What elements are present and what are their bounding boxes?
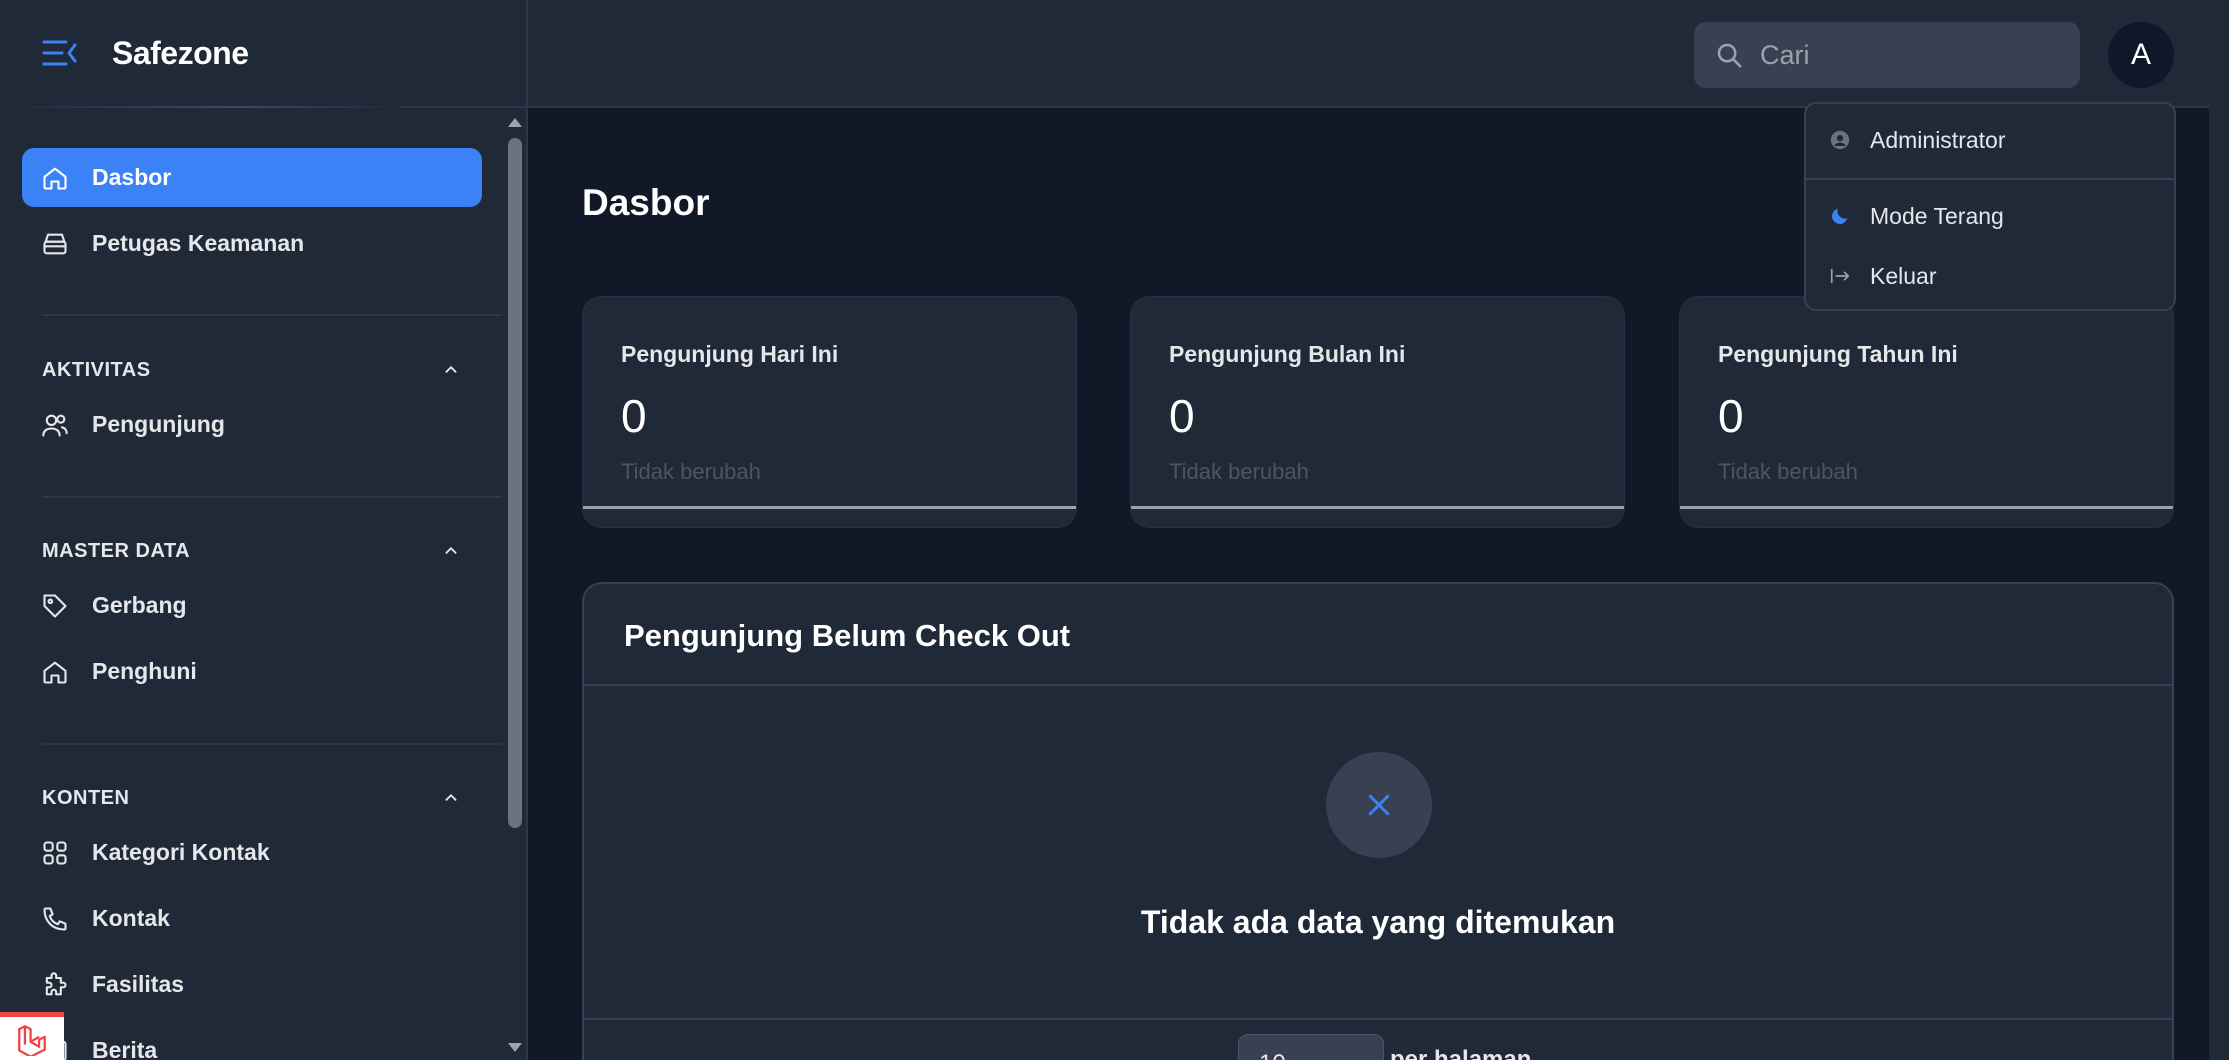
logout-label: Keluar [1870,262,1937,289]
sidebar-item-label: Petugas Keamanan [92,230,305,256]
sidebar: Safezone Dasbor Petugas Keamanan AKTIVIT… [0,0,528,1060]
empty-state-message: Tidak ada data yang ditemukan [1140,904,1616,940]
search-box[interactable] [1694,22,2080,88]
scroll-down-arrow-icon[interactable] [508,1043,522,1052]
puzzle-icon [40,970,70,1000]
stat-value: 0 [1169,390,1195,442]
sidebar-item-label: Dasbor [92,164,172,190]
chevron-up-icon [445,793,457,801]
logout-icon [1828,264,1852,288]
user-menu-name: Administrator [1870,126,2006,153]
stat-trend-line [583,506,1076,509]
sidebar-nav: Dasbor Petugas Keamanan AKTIVITAS Pengun… [0,110,504,1060]
sidebar-divider [42,743,502,745]
laravel-debugbar-button[interactable] [0,1012,64,1060]
top-bar: A [528,0,2229,108]
users-icon [40,410,70,440]
sidebar-item-penghuni[interactable]: Penghuni [22,642,482,701]
sidebar-item-label: Penghuni [92,658,197,684]
user-avatar[interactable]: A [2108,22,2174,88]
table-divider [584,684,2172,686]
stat-label: Pengunjung Hari Ini [621,341,839,367]
sidebar-item-pengunjung[interactable]: Pengunjung [22,395,482,454]
moon-icon [1828,204,1852,228]
x-icon [1368,794,1390,816]
scrollbar-thumb[interactable] [508,138,522,828]
group-title: AKTIVITAS [42,358,151,381]
page-title: Dasbor [582,182,710,223]
group-header-konten[interactable]: KONTEN [42,783,462,813]
theme-toggle-button[interactable]: Mode Terang [1828,196,2004,236]
sidebar-item-fasilitas[interactable]: Fasilitas [22,955,482,1014]
stat-card-today: Pengunjung Hari Ini 0 Tidak berubah [582,296,1077,528]
user-menu-divider [1806,178,2174,180]
sidebar-item-gerbang[interactable]: Gerbang [22,576,482,635]
search-input[interactable] [1760,39,2060,71]
chevron-up-icon [445,546,457,554]
home-icon [40,163,70,193]
collapse-menu-icon[interactable] [42,38,78,68]
brand-header: Safezone [0,0,526,108]
sidebar-item-label: Gerbang [92,592,187,618]
stat-description: Tidak berubah [1169,459,1309,484]
table-title: Pengunjung Belum Check Out [624,618,1071,653]
sidebar-item-label: Fasilitas [92,971,185,997]
sidebar-item-label: Berita [92,1037,158,1060]
app-name: Safezone [112,34,249,71]
table-footer-divider [584,1018,2172,1020]
sidebar-item-dasbor[interactable]: Dasbor [22,148,482,207]
empty-state-icon [1326,752,1432,858]
per-page-label: per halaman [1390,1046,1532,1060]
sidebar-item-petugas-keamanan[interactable]: Petugas Keamanan [22,214,482,273]
stat-card-year: Pengunjung Tahun Ini 0 Tidak berubah [1679,296,2174,528]
sidebar-item-kontak[interactable]: Kontak [22,889,482,948]
sidebar-item-berita[interactable]: Berita [22,1021,482,1060]
theme-toggle-label: Mode Terang [1870,202,2004,229]
search-icon [1717,43,1742,68]
stat-label: Pengunjung Bulan Ini [1169,341,1406,367]
logout-button[interactable]: Keluar [1828,256,1936,296]
group-header-master-data[interactable]: MASTER DATA [42,536,462,566]
per-page-value: 10 [1259,1050,1286,1060]
sidebar-divider [42,314,502,316]
sidebar-scrollbar[interactable] [504,110,526,1060]
user-menu-dropdown: Administrator Mode Terang Keluar [1804,102,2176,311]
sidebar-item-label: Pengunjung [92,411,225,437]
scroll-up-arrow-icon[interactable] [508,118,522,127]
grid-icon [40,838,70,868]
stat-value: 0 [1718,390,1744,442]
phone-icon [40,904,70,934]
stat-value: 0 [621,390,647,442]
chevron-down-icon [1347,1054,1367,1060]
unchecked-out-visitors-table: Pengunjung Belum Check Out Tidak ada dat… [582,582,2174,1060]
stat-trend-line [1680,506,2173,509]
sidebar-item-label: Kategori Kontak [92,839,270,865]
stat-description: Tidak berubah [621,459,761,484]
home-icon [40,657,70,687]
chevron-up-icon [445,365,457,373]
group-header-aktivitas[interactable]: AKTIVITAS [42,355,462,385]
stat-description: Tidak berubah [1718,459,1858,484]
tag-icon [40,591,70,621]
group-title: KONTEN [42,786,130,809]
stat-label: Pengunjung Tahun Ini [1718,341,1958,367]
sidebar-item-kategori-kontak[interactable]: Kategori Kontak [22,823,482,882]
laravel-logo-icon [18,1024,46,1056]
stat-card-month: Pengunjung Bulan Ini 0 Tidak berubah [1130,296,1625,528]
user-circle-icon [1828,128,1852,152]
stat-trend-line [1131,506,1624,509]
sidebar-item-label: Kontak [92,905,170,931]
sidebar-divider [42,496,502,498]
user-menu-profile[interactable]: Administrator [1828,120,2005,160]
page-scrollbar[interactable] [2209,0,2229,1060]
per-page-select[interactable]: 10 [1238,1034,1384,1060]
group-title: MASTER DATA [42,539,191,562]
archive-icon [40,229,70,259]
